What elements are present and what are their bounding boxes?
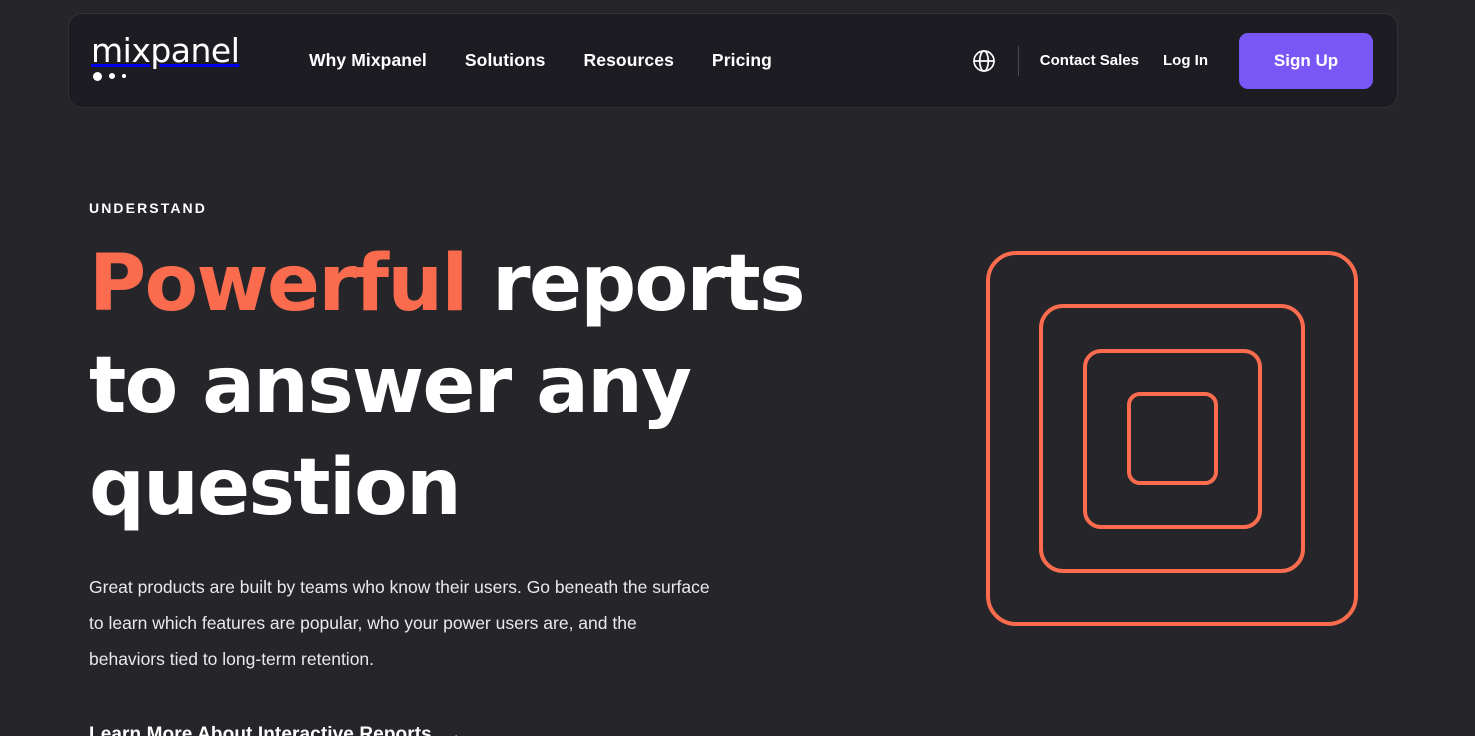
learn-more-label: Learn More About Interactive Reports bbox=[89, 724, 432, 736]
logo-wordmark: mixpanel bbox=[91, 30, 240, 70]
nav-item-pricing[interactable]: Pricing bbox=[712, 50, 772, 71]
hero-section: UNDERSTAND Powerful reports to answer an… bbox=[89, 200, 919, 736]
site-header: mixpanel Why Mixpanel Solutions Resource… bbox=[68, 13, 1398, 108]
page-root: mixpanel Why Mixpanel Solutions Resource… bbox=[0, 0, 1475, 736]
logo-dot-small bbox=[122, 74, 126, 78]
concentric-rounded-squares-illustration bbox=[986, 251, 1358, 626]
nav-item-why-mixpanel[interactable]: Why Mixpanel bbox=[309, 50, 427, 71]
contact-sales-link[interactable]: Contact Sales bbox=[1040, 52, 1139, 69]
square-ring-inner bbox=[1127, 392, 1218, 485]
hero-headline: Powerful reports to answer any question bbox=[89, 233, 909, 539]
mixpanel-logo[interactable]: mixpanel bbox=[91, 30, 240, 89]
globe-icon[interactable] bbox=[972, 49, 996, 73]
sign-up-button[interactable]: Sign Up bbox=[1239, 32, 1373, 89]
log-in-link[interactable]: Log In bbox=[1163, 52, 1208, 69]
learn-more-link[interactable]: Learn More About Interactive Reports → bbox=[89, 724, 463, 736]
hero-headline-accent: Powerful bbox=[89, 239, 468, 329]
three-dots-icon bbox=[93, 71, 231, 81]
nav-item-resources[interactable]: Resources bbox=[584, 50, 674, 71]
header-utilities: Contact Sales Log In Sign Up bbox=[972, 32, 1373, 89]
arrow-right-icon: → bbox=[442, 724, 463, 736]
header-divider bbox=[1017, 45, 1019, 76]
hero-description: Great products are built by teams who kn… bbox=[89, 577, 710, 669]
hero-eyebrow: UNDERSTAND bbox=[89, 200, 207, 216]
logo-dot-medium bbox=[109, 73, 115, 79]
nav-item-solutions[interactable]: Solutions bbox=[465, 50, 546, 71]
primary-nav: Why Mixpanel Solutions Resources Pricing bbox=[309, 50, 772, 71]
logo-dot-large bbox=[93, 71, 102, 81]
